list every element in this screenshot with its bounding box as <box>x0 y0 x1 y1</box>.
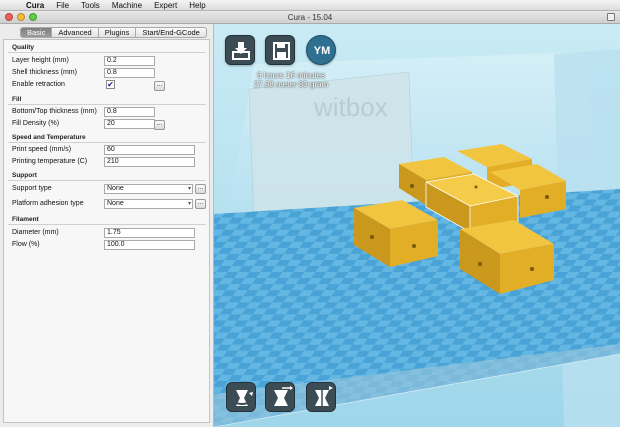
section-speed-title: Speed and Temperature <box>12 134 86 141</box>
menu-machine[interactable]: Machine <box>106 0 148 11</box>
print-time-estimate: 6 hours 16 minutes <box>256 71 326 80</box>
tab-advanced[interactable]: Advanced <box>52 27 99 38</box>
flow-input[interactable]: 100.0 <box>104 240 195 250</box>
load-model-icon <box>232 42 250 60</box>
support-type-select[interactable]: None ▾ <box>104 184 193 194</box>
save-icon <box>273 42 290 60</box>
printing-temperature-input[interactable]: 210 <box>104 157 195 167</box>
scale-icon <box>274 386 293 406</box>
fill-settings-button[interactable]: ... <box>154 120 165 130</box>
support-type-label: Support type <box>12 185 52 192</box>
section-divider <box>8 224 206 225</box>
load-model-button[interactable] <box>225 35 255 65</box>
retraction-settings-button[interactable]: ... <box>154 81 165 91</box>
tab-plugins[interactable]: Plugins <box>98 27 137 38</box>
basic-settings: Quality Layer height (mm) 0.2 Shell thic… <box>3 39 210 423</box>
section-divider <box>8 180 206 181</box>
section-filament-title: Filament <box>12 216 39 223</box>
mirror-button[interactable] <box>306 382 336 412</box>
filament-diameter-input[interactable]: 1.75 <box>104 228 195 238</box>
youmagine-button[interactable]: YM <box>306 35 336 65</box>
bottom-top-thickness-input[interactable]: 0.8 <box>104 107 155 117</box>
chevron-down-icon: ▾ <box>187 186 191 192</box>
settings-panel: Basic Advanced Plugins Start/End-GCode Q… <box>0 24 214 427</box>
tab-start-end-gcode[interactable]: Start/End-GCode <box>136 27 207 38</box>
rotate-icon <box>231 390 253 406</box>
layer-height-input[interactable]: 0.2 <box>104 56 155 66</box>
3d-viewport[interactable]: witbox YM 6 hours 16 minutes 27.98 meter… <box>214 24 620 427</box>
mirror-icon <box>315 386 333 409</box>
menu-file[interactable]: File <box>50 0 75 11</box>
window-title: Cura - 15.04 <box>287 13 333 22</box>
menu-cura[interactable]: Cura <box>20 0 50 11</box>
tab-basic[interactable]: Basic <box>20 27 53 38</box>
bottom-top-thickness-label: Bottom/Top thickness (mm) <box>12 108 97 115</box>
section-divider <box>8 104 206 105</box>
menu-help[interactable]: Help <box>183 0 211 11</box>
shell-thickness-input[interactable]: 0.8 <box>104 68 155 78</box>
support-type-value: None <box>107 185 124 192</box>
layer-height-label: Layer height (mm) <box>12 57 69 64</box>
print-estimate: 6 hours 16 minutes 27.98 meter 83 gram <box>236 71 346 89</box>
filament-diameter-label: Diameter (mm) <box>12 229 59 236</box>
fill-density-input[interactable]: 20 <box>104 119 155 129</box>
scale-button[interactable] <box>265 382 295 412</box>
menu-tools[interactable]: Tools <box>75 0 106 11</box>
adhesion-settings-button[interactable]: ... <box>195 199 206 209</box>
chevron-down-icon: ▾ <box>187 201 191 207</box>
save-gcode-button[interactable] <box>265 35 295 65</box>
section-support-title: Support <box>12 172 37 179</box>
fullscreen-icon[interactable] <box>607 13 615 21</box>
fill-density-label: Fill Density (%) <box>12 120 60 127</box>
menu-expert[interactable]: Expert <box>148 0 183 11</box>
shell-thickness-label: Shell thickness (mm) <box>12 69 77 76</box>
flow-label: Flow (%) <box>12 241 40 248</box>
support-settings-button[interactable]: ... <box>195 184 206 194</box>
platform-adhesion-select[interactable]: None ▾ <box>104 199 193 209</box>
print-speed-input[interactable]: 60 <box>104 145 195 155</box>
section-divider <box>8 142 206 143</box>
section-divider <box>8 52 206 53</box>
settings-tabs: Basic Advanced Plugins Start/End-GCode <box>20 27 207 38</box>
print-speed-label: Print speed (mm/s) <box>12 146 72 153</box>
platform-adhesion-value: None <box>107 200 124 207</box>
youmagine-logo-icon: YM <box>313 45 331 57</box>
platform-adhesion-label: Platform adhesion type <box>12 200 84 207</box>
window-titlebar: Cura - 15.04 <box>0 11 620 24</box>
enable-retraction-label: Enable retraction <box>12 81 65 88</box>
printing-temperature-label: Printing temperature (C) <box>12 158 88 165</box>
section-quality-title: Quality <box>12 44 35 51</box>
material-estimate: 27.98 meter 83 gram <box>253 80 329 89</box>
enable-retraction-checkbox[interactable]: ✔ <box>106 80 115 89</box>
rotate-button[interactable] <box>226 382 256 412</box>
menu-bar: Cura File Tools Machine Expert Help <box>0 0 620 11</box>
section-fill-title: Fill <box>12 96 22 103</box>
witbox-logo-text: witbox <box>313 92 388 122</box>
